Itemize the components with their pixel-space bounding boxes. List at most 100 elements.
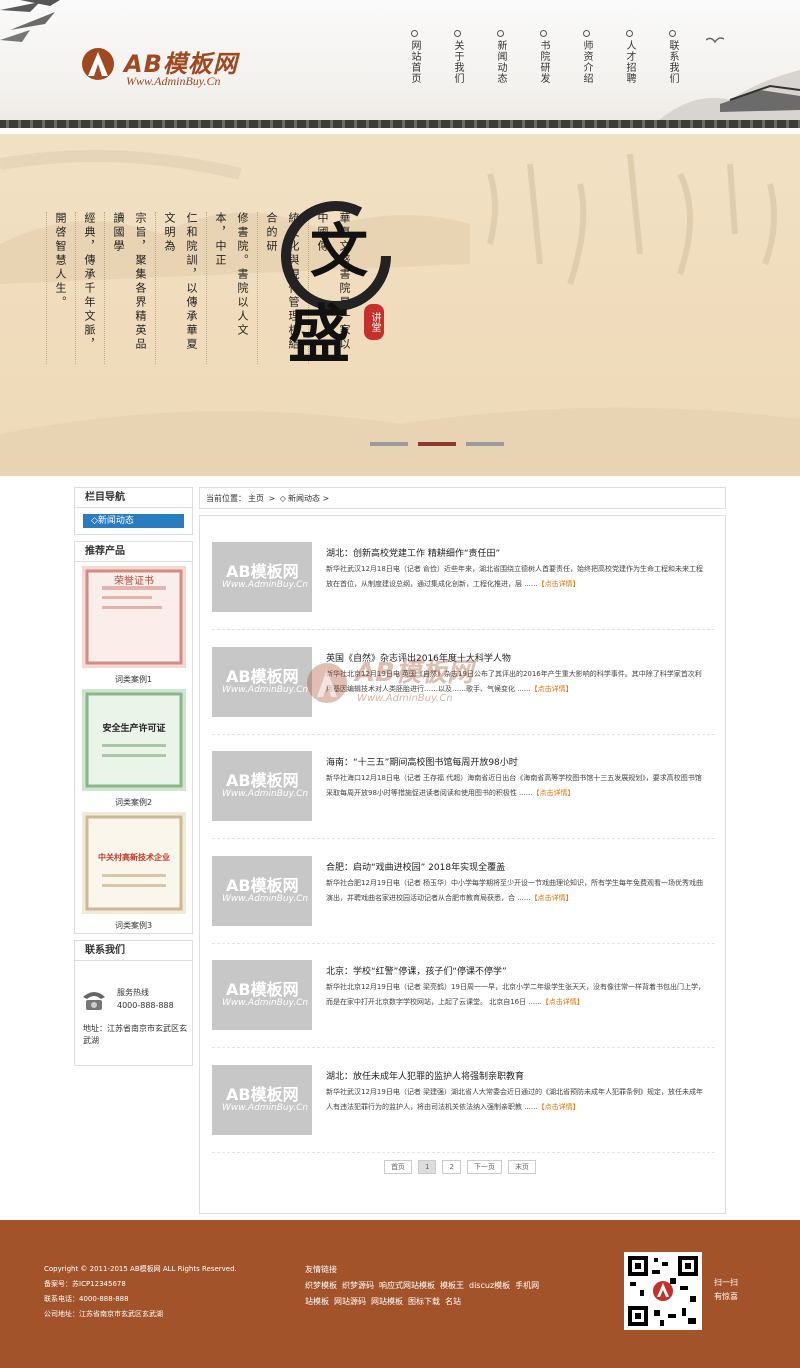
news-desc-text: 新华社合肥12月19日电（记者 杨玉华）中小学每学期将至少开设一节戏曲理论知识，… <box>326 879 704 902</box>
product-caption: 词类案例1 <box>114 675 153 684</box>
news-desc: 新华社北京12月19日电 英国《自然》杂志19日公布了其评出的2016年产生重大… <box>326 667 706 697</box>
friend-link[interactable]: 名站 <box>445 1297 461 1306</box>
news-thumbnail[interactable]: AB模板网 Www.AdminBuy.Cn <box>212 751 312 821</box>
thumb-brand: AB模板网 <box>226 1085 299 1104</box>
read-more-link[interactable]: 【点击详情】 <box>531 894 573 902</box>
news-title[interactable]: 北京：学校“红警”停课，孩子们“停课不停学” <box>326 964 507 977</box>
thumb-url: Www.AdminBuy.Cn <box>222 998 309 1008</box>
certificate-image: 安全生产许可证 <box>81 689 186 791</box>
nav-dot-icon <box>453 30 461 37</box>
news-thumbnail[interactable]: AB模板网 Www.AdminBuy.Cn <box>212 542 312 612</box>
product-item[interactable]: 荣誉证书 词类案例1 <box>75 566 192 685</box>
list-item: AB模板网 Www.AdminBuy.Cn 合肥：启动“戏曲进校园” 2018年实… <box>212 840 715 944</box>
sidebar: 栏目导航 ◇新闻动态 推荐产品 荣誉证书 词类案例1 安全生产许可证 词类案例2… <box>74 487 193 1072</box>
footer: Copyright © 2011-2015 AB模板网 ALL Rights R… <box>0 1220 800 1368</box>
news-thumbnail[interactable]: AB模板网 Www.AdminBuy.Cn <box>212 856 312 926</box>
news-title[interactable]: 合肥：启动“戏曲进校园” 2018年实现全覆盖 <box>326 860 505 873</box>
nav-home[interactable]: 网站首页 <box>407 30 421 84</box>
news-desc-text: 新华社武汉12月19日电（记者 梁建强）湖北省人大常委会近日通过的《湖北省预防未… <box>326 1088 704 1111</box>
nav-label: 师资介绍 <box>581 40 592 84</box>
list-item: AB模板网 Www.AdminBuy.Cn 北京：学校“红警”停课，孩子们“停课不… <box>212 944 715 1048</box>
poem-column: 仁和院訓，以傳承華夏文明為 <box>155 212 202 364</box>
nav-jobs[interactable]: 人才招聘 <box>622 30 636 84</box>
thumb-url: Www.AdminBuy.Cn <box>222 894 309 904</box>
seal-stamp: 讲堂 <box>364 304 384 340</box>
thumb-url: Www.AdminBuy.Cn <box>222 685 309 695</box>
nav-news[interactable]: 新闻动态 <box>493 30 507 84</box>
copyright-text: Copyright © 2011-2015 AB模板网 ALL Rights R… <box>44 1265 237 1273</box>
friend-link[interactable]: 织梦模板 <box>305 1281 337 1290</box>
news-thumbnail[interactable]: AB模板网 Www.AdminBuy.Cn <box>212 647 312 717</box>
news-thumbnail[interactable]: AB模板网 Www.AdminBuy.Cn <box>212 960 312 1030</box>
site-logo[interactable]: AB模板网 Www.AdminBuy.Cn <box>78 44 268 94</box>
footer-tel: 联系电话：4000-888-888 <box>44 1295 129 1303</box>
list-item: AB模板网 Www.AdminBuy.Cn 海南：“十三五”期间高校图书馆每周开放… <box>212 735 715 839</box>
nav-label: 关于我们 <box>452 40 463 84</box>
nav-dot-icon <box>625 30 633 37</box>
friend-link[interactable]: 网站源码 <box>334 1297 366 1306</box>
breadcrumb-home-link[interactable]: 主页 <box>248 494 264 503</box>
products-box: 推荐产品 荣誉证书 词类案例1 安全生产许可证 词类案例2 中关村高新技术企业 … <box>74 541 193 934</box>
nav-dot-icon <box>582 30 590 37</box>
breadcrumb-current-link[interactable]: 新闻动态 > <box>288 494 329 503</box>
thumb-brand: AB模板网 <box>226 876 299 895</box>
slide-dot-1[interactable] <box>370 442 408 446</box>
certificate-title: 荣誉证书 <box>114 574 154 587</box>
contact-box: 联系我们 服务热线 4000-888-888 地址：江苏省南京市玄武区玄武湖 <box>74 940 193 1066</box>
pager-page-2[interactable]: 2 <box>442 1160 461 1174</box>
read-more-link[interactable]: 【点击详情】 <box>538 580 580 588</box>
slide-dot-2[interactable] <box>418 442 456 446</box>
friend-links-title: 友情链接 <box>305 1265 337 1274</box>
news-thumbnail[interactable]: AB模板网 Www.AdminBuy.Cn <box>212 1065 312 1135</box>
pagination: 首页 1 2 下一页 末页 <box>384 1158 542 1174</box>
friend-link[interactable]: discuz模板 <box>469 1281 510 1290</box>
category-news-button[interactable]: ◇新闻动态 <box>83 514 184 528</box>
friend-link[interactable]: 图标下载 <box>408 1297 440 1306</box>
thumb-brand: AB模板网 <box>226 562 299 581</box>
news-desc: 新华社合肥12月19日电（记者 杨玉华）中小学每学期将至少开设一节戏曲理论知识，… <box>326 876 706 906</box>
pager-first-button[interactable]: 首页 <box>384 1160 412 1174</box>
product-item[interactable]: 安全生产许可证 词类案例2 <box>75 689 192 808</box>
news-title[interactable]: 英国《自然》杂志评出2016年度十大科学人物 <box>326 651 511 664</box>
nav-label: 网站首页 <box>409 40 420 84</box>
slide-dot-3[interactable] <box>466 442 504 446</box>
friend-link[interactable]: 响应式网站模板 <box>379 1281 435 1290</box>
category-label: 新闻动态 <box>97 516 134 526</box>
news-desc-text: 新华社北京12月19日电（记者 梁亮鹤）19日周一一早，北京小学二年级学生张天天… <box>326 983 705 1006</box>
nav-dot-icon <box>496 30 504 37</box>
pager-page-1[interactable]: 1 <box>418 1160 437 1174</box>
read-more-link[interactable]: 【点击详情】 <box>532 789 574 797</box>
news-title[interactable]: 海南：“十三五”期间高校图书馆每周开放98小时 <box>326 755 518 768</box>
header: AB模板网 Www.AdminBuy.Cn 网站首页 关于我们 新闻动态 书院研… <box>0 0 800 128</box>
thumb-url: Www.AdminBuy.Cn <box>222 1103 309 1113</box>
news-title[interactable]: 湖北：创新高校党建工作 精耕细作“责任田” <box>326 546 500 559</box>
thumb-brand: AB模板网 <box>226 771 299 790</box>
contact-info: 服务热线 4000-888-888 地址：江苏省南京市玄武区玄武湖 <box>75 961 192 1065</box>
nav-research[interactable]: 书院研发 <box>536 30 550 84</box>
news-list: AB模板网 Www.AdminBuy.Cn 湖北：创新高校党建工作 精耕细作“责任… <box>199 515 726 1214</box>
news-title[interactable]: 湖北：放任未成年人犯罪的监护人将强制亲职教育 <box>326 1069 524 1082</box>
read-more-link[interactable]: 【点击详情】 <box>531 685 573 693</box>
read-more-link[interactable]: 【点击详情】 <box>538 1103 580 1111</box>
product-item[interactable]: 中关村高新技术企业 词类案例3 <box>75 812 192 931</box>
pager-next-button[interactable]: 下一页 <box>466 1160 502 1174</box>
products-box-title: 推荐产品 <box>75 542 192 562</box>
pager-last-button[interactable]: 末页 <box>507 1160 536 1174</box>
friend-link[interactable]: 织梦源码 <box>342 1281 374 1290</box>
banner-char-sheng: 盛 <box>288 298 351 371</box>
icp-text: 备案号：苏ICP12345678 <box>44 1280 126 1288</box>
nav-dot-icon <box>539 30 547 37</box>
friend-link[interactable]: 模板王 <box>440 1281 464 1290</box>
nav-about[interactable]: 关于我们 <box>450 30 464 84</box>
news-desc: 新华社海口12月18日电（记者 王存福 代超）海南省近日出台《海南省高等学校图书… <box>326 771 706 801</box>
nav-label: 人才招聘 <box>624 40 635 84</box>
nav-teachers[interactable]: 师资介绍 <box>579 30 593 84</box>
banner-char-wen: 文 <box>310 217 369 285</box>
banner: 華夏文盛書院是一家以中國傳 統文化與現代管理相結合的研 修書院。書院以人文本，中… <box>0 134 800 476</box>
read-more-link[interactable]: 【点击详情】 <box>542 998 584 1006</box>
news-desc: 新华社武汉12月19日电（记者 梁建强）湖北省人大常委会近日通过的《湖北省预防未… <box>326 1085 706 1115</box>
friend-link[interactable]: 网站模板 <box>371 1297 403 1306</box>
news-desc: 新华社北京12月19日电（记者 梁亮鹤）19日周一一早，北京小学二年级学生张天天… <box>326 980 706 1010</box>
nav-label: 新闻动态 <box>495 40 506 84</box>
list-item: AB模板网 Www.AdminBuy.Cn 湖北：创新高校党建工作 精耕细作“责任… <box>212 526 715 630</box>
